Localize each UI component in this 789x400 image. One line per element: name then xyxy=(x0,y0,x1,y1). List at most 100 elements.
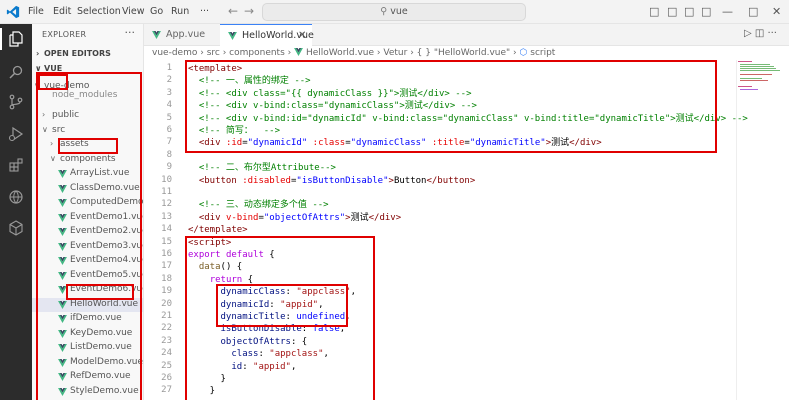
vue-file-icon xyxy=(294,48,304,56)
line-number: 17 xyxy=(161,261,172,272)
command-search-box[interactable]: ⚲ vue xyxy=(262,3,526,21)
remote-explorer-icon[interactable] xyxy=(8,189,24,205)
vue-file-icon xyxy=(152,31,161,39)
line-number: 10 xyxy=(161,174,172,185)
menu-more[interactable]: ··· xyxy=(200,6,209,17)
code-line: <!-- 三、动态绑定多个值 --> xyxy=(188,199,329,211)
code-token: </button> xyxy=(426,175,476,186)
line-number: 11 xyxy=(161,187,172,197)
menu-edit[interactable]: Edit xyxy=(53,6,71,17)
minimap-line xyxy=(740,78,762,79)
line-number: 16 xyxy=(161,249,172,259)
toggle-panel-icon[interactable]: □ xyxy=(667,5,677,19)
code-token: Button xyxy=(393,175,427,186)
breadcrumb-item[interactable]: components xyxy=(229,48,285,58)
code-line: <!-- 二、布尔型Attribute--> xyxy=(188,162,336,174)
source-control-icon[interactable] xyxy=(8,94,24,110)
vue-file-icon xyxy=(228,32,237,40)
code-line: <button :disabled="isButtonDisable">Butt… xyxy=(188,175,475,187)
highlight-box-project-tree xyxy=(36,72,142,400)
breadcrumb-item[interactable]: HelloWorld.vue xyxy=(306,48,374,58)
minimap-line xyxy=(740,70,780,71)
line-number: 12 xyxy=(161,199,172,210)
breadcrumb-item[interactable]: src xyxy=(207,48,220,58)
line-number: 21 xyxy=(161,311,172,321)
minimap-line xyxy=(740,64,770,65)
vertical-ruler xyxy=(736,60,737,400)
title-bar: File Edit Selection View Go Run ··· ← → … xyxy=(0,0,789,24)
minimap[interactable] xyxy=(738,60,780,120)
editor-actions[interactable]: ▷ ◫ ··· xyxy=(744,28,777,39)
editor-tabs: App.vue HelloWorld.vue ✕ ▷ ◫ ··· xyxy=(144,24,789,46)
back-arrow-icon[interactable]: ← xyxy=(228,4,238,18)
line-number: 6 xyxy=(166,125,172,135)
customize-layout-icon[interactable]: □ xyxy=(701,5,711,19)
code-token: <!-- 二、布尔型Attribute--> xyxy=(188,163,336,174)
tab-helloworld-vue[interactable]: HelloWorld.vue ✕ xyxy=(220,24,314,47)
line-number: 3 xyxy=(166,87,172,98)
run-debug-icon[interactable] xyxy=(8,126,24,142)
toggle-secondary-sidebar-icon[interactable]: □ xyxy=(684,5,694,19)
breadcrumb: vue-demo › src › components › HelloWorld… xyxy=(152,48,556,58)
minimize-button[interactable]: — xyxy=(722,5,733,19)
code-editor[interactable]: 1 2 3 4 5 6 7 8 9 10 11 12 13 14 15 16 17 18 19 20 21 22 23 24 2… xyxy=(144,60,789,400)
line-number: 19 xyxy=(161,286,172,297)
line-number: 23 xyxy=(161,335,172,346)
toggle-sidebar-icon[interactable]: □ xyxy=(649,5,659,19)
highlight-box-attribute-binding xyxy=(185,60,717,153)
close-window-button[interactable]: ✕ xyxy=(772,5,781,19)
menu-selection[interactable]: Selection xyxy=(77,6,121,17)
code-token: <!-- 三、动态绑定多个值 --> xyxy=(188,200,329,211)
breadcrumb-item[interactable]: Vetur xyxy=(383,48,407,58)
menu-file[interactable]: File xyxy=(28,6,44,17)
code-token: "isButtonDisable" xyxy=(296,175,389,186)
line-number: 2 xyxy=(166,75,172,86)
extensions-icon[interactable] xyxy=(8,157,24,173)
code-token: <button xyxy=(198,175,237,186)
code-line: </template> xyxy=(188,224,248,236)
line-number: 13 xyxy=(161,211,172,222)
minimap-line xyxy=(740,68,776,69)
line-number: 8 xyxy=(166,149,172,160)
breadcrumb-item[interactable]: script xyxy=(530,48,555,58)
minimap-line xyxy=(740,74,772,75)
explorer-icon[interactable] xyxy=(8,31,24,47)
line-number: 4 xyxy=(166,100,172,111)
code-token: </template> xyxy=(188,225,248,236)
explorer-more-icon[interactable]: ··· xyxy=(125,26,136,39)
line-number: 7 xyxy=(166,137,172,148)
highlight-box-dynamic-values xyxy=(216,284,348,327)
line-number-gutter: 1 2 3 4 5 6 7 8 9 10 11 12 13 14 15 16 17 18 19 20 21 22 23 24 2… xyxy=(144,60,174,400)
box-package-icon[interactable] xyxy=(8,220,24,236)
line-number: 20 xyxy=(161,298,172,309)
symbol-icon: ⬡ xyxy=(519,48,528,58)
code-token: "objectOfAttrs" xyxy=(263,212,346,223)
close-tab-icon[interactable]: ✕ xyxy=(298,25,306,47)
line-number: 5 xyxy=(166,112,172,123)
breadcrumb-item[interactable]: { } "HelloWorld.vue" xyxy=(417,48,511,58)
explorer-sidebar: EXPLORER ··· › OPEN EDITORS ∨ VUE ∨ vue-d… xyxy=(32,24,144,400)
code-token: <div xyxy=(198,212,221,223)
open-editors-caret-icon[interactable]: › xyxy=(36,49,39,58)
minimap-line xyxy=(738,61,752,62)
activity-bar xyxy=(0,24,32,400)
breadcrumb-item[interactable]: vue-demo xyxy=(152,48,197,58)
forward-arrow-icon[interactable]: → xyxy=(244,4,254,18)
menu-run[interactable]: Run xyxy=(171,6,189,17)
open-editors-header[interactable]: OPEN EDITORS xyxy=(44,49,111,58)
code-token: :disabled xyxy=(242,175,291,186)
minimap-line xyxy=(740,80,768,81)
vscode-logo-icon xyxy=(6,5,20,19)
active-indicator xyxy=(0,28,2,50)
code-token: </div> xyxy=(368,212,402,223)
menu-view[interactable]: View xyxy=(122,6,145,17)
minimap-line xyxy=(740,66,774,67)
maximize-button[interactable]: □ xyxy=(748,5,758,19)
search-view-icon[interactable] xyxy=(8,64,24,80)
line-number: 22 xyxy=(161,323,172,334)
menu-go[interactable]: Go xyxy=(150,6,163,17)
line-number: 15 xyxy=(161,236,172,247)
explorer-title: EXPLORER xyxy=(42,30,87,39)
tab-app-vue[interactable]: App.vue xyxy=(144,24,219,46)
